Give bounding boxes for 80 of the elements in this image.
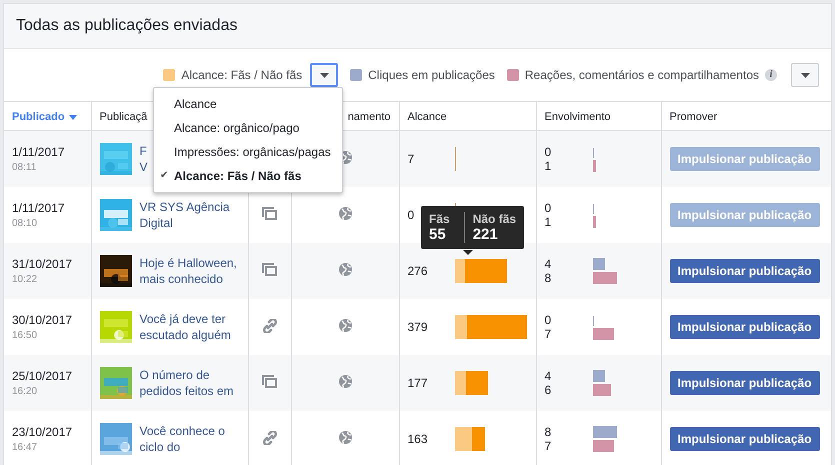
publish-date: 30/10/2017 — [12, 313, 74, 327]
clicks-value: 4 — [544, 257, 552, 271]
publish-time: 16:50 — [12, 330, 38, 341]
tooltip-value: 221 — [472, 226, 499, 243]
link-icon — [262, 318, 276, 332]
publish-time: 08:10 — [12, 218, 38, 229]
clicks-value: 8 — [544, 425, 552, 439]
column-header[interactable]: Publicaçã — [100, 111, 148, 123]
metric-dropdown[interactable] — [310, 63, 338, 87]
publish-time: 16:20 — [12, 386, 38, 397]
publish-time: 08:11 — [12, 162, 38, 173]
options-dropdown[interactable] — [791, 63, 819, 87]
publish-date: 23/10/2017 — [12, 425, 74, 439]
reactions-bar — [592, 216, 596, 228]
legend-label: Reações, comentários e compartilhamentos — [524, 68, 759, 82]
reactions-bar — [592, 160, 596, 172]
album-icon — [262, 263, 277, 276]
globe-icon — [338, 263, 352, 276]
legend-label: Cliques em publicações — [368, 68, 495, 82]
reactions-value: 1 — [544, 215, 552, 229]
menu-item[interactable]: Impressões: orgânicas/pagas — [154, 140, 342, 164]
clicks-value: 0 — [544, 145, 552, 159]
reactions-value: 8 — [544, 271, 552, 285]
menu-item[interactable]: Alcance — [154, 92, 342, 116]
reach-value: 276 — [408, 264, 428, 278]
info-icon[interactable]: i — [765, 69, 777, 81]
publish-date: 31/10/2017 — [12, 257, 74, 271]
publish-time: 10:22 — [12, 274, 38, 285]
publish-time: 16:47 — [12, 442, 38, 453]
reactions-value: 6 — [544, 383, 552, 397]
reactions-value: 1 — [544, 159, 552, 173]
globe-icon — [338, 207, 352, 220]
reach-value: 177 — [408, 376, 428, 390]
boost-button[interactable]: Impulsionar publicação — [670, 427, 820, 451]
publish-date: 1/11/2017 — [12, 145, 66, 159]
tooltip-label: Fãs — [429, 212, 450, 226]
globe-icon — [338, 375, 352, 388]
post-link[interactable]: Você já deve ter escutado alguém — [140, 311, 231, 343]
reactions-value: 7 — [544, 327, 552, 341]
boost-button[interactable]: Impulsionar publicação — [670, 315, 820, 339]
tooltip-label: Não fãs — [472, 212, 516, 226]
publish-date: 1/11/2017 — [12, 201, 66, 215]
caret-icon — [320, 72, 329, 78]
globe-icon — [338, 431, 352, 444]
clicks-value: 4 — [544, 369, 552, 383]
panel-title: Todas as publicações enviadas — [16, 17, 238, 35]
column-header[interactable]: namento — [348, 111, 390, 123]
menu-item[interactable]: Alcance: orgânico/pago — [154, 116, 342, 140]
link-icon — [262, 430, 276, 444]
publish-date: 25/10/2017 — [12, 369, 74, 383]
clicks-bar — [592, 258, 605, 270]
globe-icon — [338, 319, 352, 332]
column-header[interactable]: Envolvimento — [544, 111, 611, 123]
album-icon — [262, 375, 277, 388]
clicks-value: 0 — [544, 313, 552, 327]
menu-item[interactable]: ✔ Alcance: Fãs / Não fãs — [154, 164, 342, 188]
sort-caret-icon — [68, 114, 77, 120]
reach-value: 0 — [408, 208, 414, 222]
post-link[interactable]: Você conhece o ciclo do — [140, 423, 225, 455]
tooltip-value: 55 — [429, 226, 447, 243]
clicks-value: 0 — [544, 201, 552, 215]
check-icon: ✔ — [160, 164, 168, 188]
column-header[interactable]: Alcance — [408, 111, 447, 123]
reactions-bar — [592, 272, 618, 284]
reactions-value: 7 — [544, 439, 552, 453]
reach-value: 7 — [408, 152, 414, 166]
reach-value: 379 — [408, 320, 428, 334]
reach-value: 163 — [408, 432, 428, 446]
column-header[interactable]: Promover — [670, 111, 718, 123]
column-header[interactable]: Publicado — [12, 111, 77, 123]
reactions-bar — [592, 384, 612, 396]
caret-icon — [800, 72, 810, 78]
legend-label: Alcance: Fãs / Não fãs — [181, 68, 302, 82]
album-icon — [262, 207, 277, 220]
reactions-bar — [592, 440, 614, 452]
clicks-bar — [592, 426, 618, 438]
clicks-bar — [592, 370, 605, 382]
reactions-bar — [592, 328, 614, 340]
boost-button[interactable]: Impulsionar publicação — [670, 371, 820, 395]
boost-button[interactable]: Impulsionar publicação — [670, 259, 820, 283]
